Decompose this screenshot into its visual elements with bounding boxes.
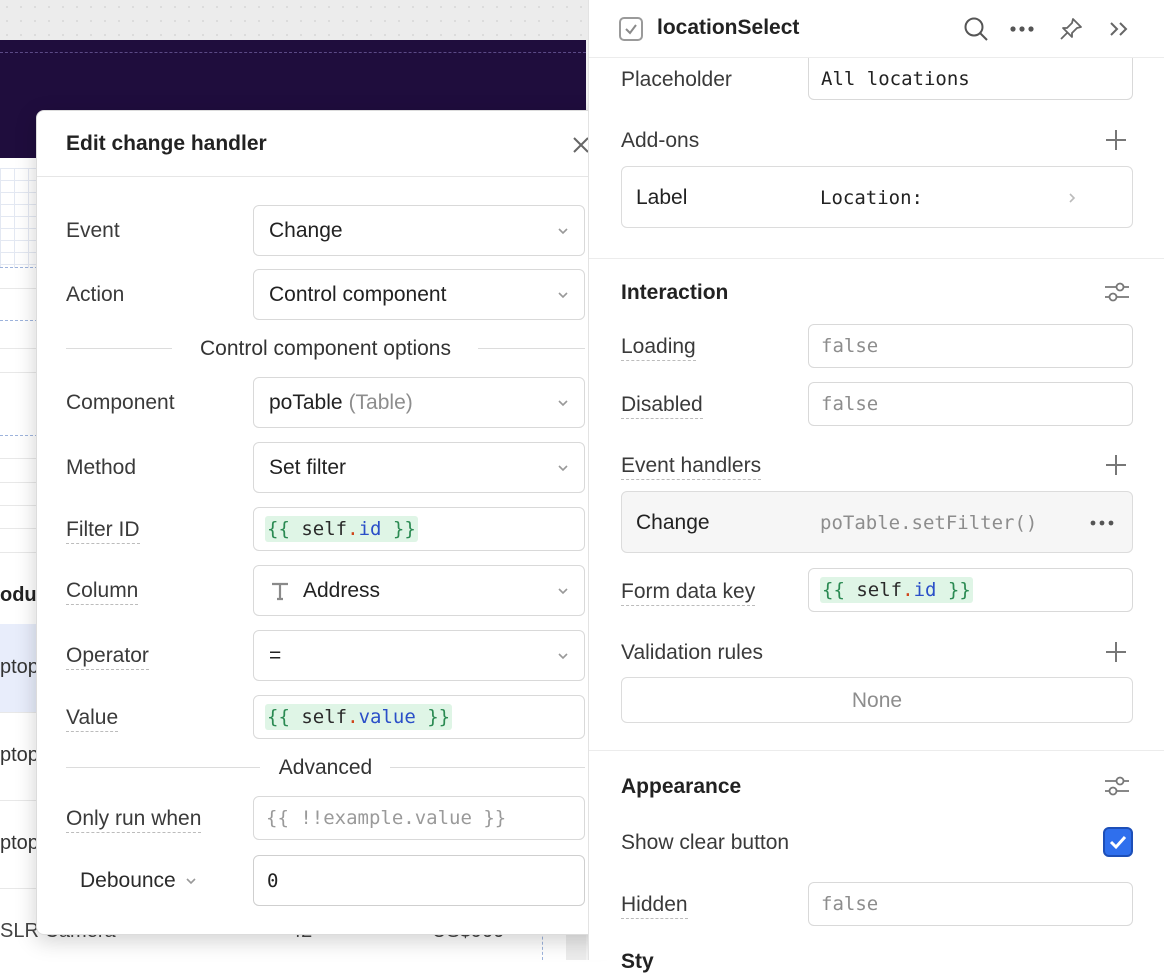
event-select[interactable]: Change [253,205,585,256]
debounce-toggle[interactable]: Debounce [80,869,198,893]
appearance-heading: Appearance [621,775,742,798]
add-event-handler-icon[interactable] [1101,450,1131,480]
table-cell[interactable]: ptop [0,832,40,855]
placeholder-value: All locations [821,67,970,90]
filter-id-label: Filter ID [66,518,140,544]
chevron-down-icon [558,292,568,299]
filter-id-input[interactable]: {{ self.id }} [253,507,585,551]
add-validation-rule-icon[interactable] [1101,637,1131,667]
code-token: {{ self.id }} [265,516,418,542]
debounce-value: 0 [267,869,279,892]
chevron-down-icon [558,653,568,660]
event-select-value: Change [269,218,343,242]
more-icon[interactable] [1007,14,1037,44]
modal-title: Edit change handler [66,132,267,155]
operator-label: Operator [66,644,149,670]
form-data-key-label: Form data key [621,580,756,606]
control-component-options-divider: Control component options [66,337,585,361]
show-clear-button-checkbox[interactable] [1103,827,1133,857]
column-select-value: Address [303,578,381,602]
placeholder-input[interactable]: All locations [808,58,1133,100]
table-cell[interactable]: ptop [0,744,40,767]
validation-rules-empty: None [621,677,1133,723]
chevron-down-icon [558,588,568,595]
component-type: (Table) [348,390,413,414]
inspector-panel: locationSelect Placeholder All locations… [588,0,1164,973]
addon-label-item[interactable]: Label Location: [621,166,1133,228]
divider-label: Advanced [278,756,373,779]
value-input[interactable]: {{ self.value }} [253,695,585,739]
action-select-value: Control component [269,282,447,306]
addon-item-label: Label [636,186,688,209]
edit-change-handler-modal: Edit change handler Event Change Action … [36,110,613,935]
value-label: Value [66,706,119,732]
loading-label: Loading [621,335,696,361]
only-run-when-placeholder: {{ !!example.value }} [266,807,507,829]
table-cell[interactable]: ptop [0,656,40,679]
pin-icon[interactable] [1056,14,1086,44]
action-label: Action [66,283,125,306]
chevron-right-icon [1069,193,1076,203]
hidden-label: Hidden [621,893,688,919]
styles-heading: Sty [621,950,654,973]
disabled-label: Disabled [621,393,703,419]
canvas-top-strip [0,0,588,40]
column-label: Column [66,579,139,605]
checkmark-icon [1109,835,1127,850]
action-select[interactable]: Control component [253,269,585,320]
debounce-label: Debounce [80,869,176,892]
event-handlers-heading: Event handlers [621,454,762,480]
collapse-panel-icon[interactable] [1104,14,1134,44]
modal-header: Edit change handler [37,111,612,177]
component-select-value: poTable [269,390,343,414]
event-handler-item[interactable]: Change poTable.setFilter() [621,491,1133,553]
event-label: Event [66,219,120,242]
validation-rules-heading: Validation rules [621,641,764,664]
loading-value: false [821,335,879,357]
table-column-header: odu [0,584,37,606]
only-run-when-label: Only run when [66,807,202,833]
disabled-input[interactable]: false [808,382,1133,426]
settings-sliders-icon[interactable] [1101,276,1133,308]
component-type-icon [619,17,643,41]
add-addon-icon[interactable] [1101,125,1131,155]
show-clear-button-label: Show clear button [621,831,790,854]
hidden-input[interactable]: false [808,882,1133,926]
component-select[interactable]: poTable (Table) [253,377,585,428]
operator-select-value: = [269,643,282,667]
inspector-header: locationSelect [589,0,1164,58]
code-token: {{ self.value }} [265,704,453,730]
more-icon[interactable] [1089,519,1115,527]
form-data-key-input[interactable]: {{ self.id }} [808,568,1133,612]
addons-heading: Add-ons [621,129,700,152]
divider-label: Control component options [200,337,451,360]
method-label: Method [66,456,137,479]
event-handler-action: poTable.setFilter() [820,512,1038,534]
chevron-down-icon [558,228,568,235]
operator-select[interactable]: = [253,630,585,681]
hidden-value: false [821,893,879,915]
search-icon[interactable] [961,14,991,44]
chevron-down-icon [186,878,196,885]
only-run-when-input[interactable]: {{ !!example.value }} [253,796,585,840]
method-select-value: Set filter [269,455,347,479]
text-type-icon [272,582,288,600]
loading-input[interactable]: false [808,324,1133,368]
interaction-heading: Interaction [621,281,729,304]
component-name[interactable]: locationSelect [657,16,799,40]
grid-placeholder [0,168,38,268]
code-token: {{ self.id }} [820,577,973,603]
placeholder-label: Placeholder [621,68,732,91]
chevron-down-icon [558,465,568,472]
settings-sliders-icon[interactable] [1101,770,1133,802]
column-select[interactable]: Address [253,565,585,616]
chevron-down-icon [558,400,568,407]
event-handler-event: Change [636,511,710,534]
debounce-input[interactable]: 0 [253,855,585,906]
advanced-divider: Advanced [66,756,585,780]
disabled-value: false [821,393,879,415]
component-label: Component [66,391,175,414]
addon-item-value: Location: [820,187,923,209]
method-select[interactable]: Set filter [253,442,585,493]
